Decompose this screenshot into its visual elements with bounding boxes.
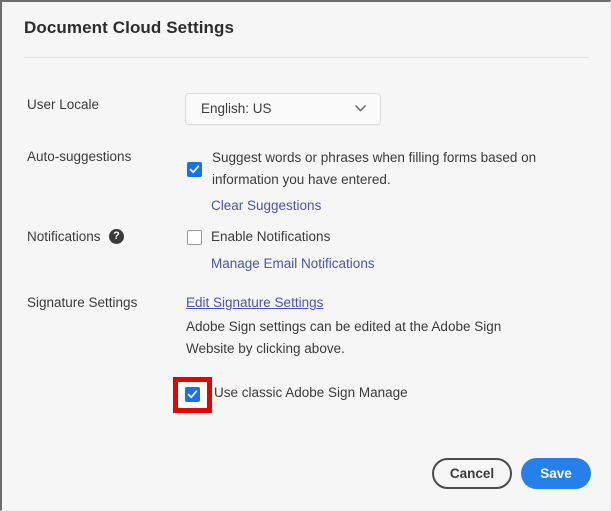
user-locale-selected-value: English: US bbox=[201, 101, 272, 116]
signature-settings-description: Adobe Sign settings can be edited at the… bbox=[186, 316, 551, 360]
user-locale-label: User Locale bbox=[27, 97, 99, 112]
cancel-button[interactable]: Cancel bbox=[432, 458, 512, 489]
save-button[interactable]: Save bbox=[521, 458, 591, 489]
signature-settings-label: Signature Settings bbox=[27, 295, 137, 310]
use-classic-adobe-sign-manage-label: Use classic Adobe Sign Manage bbox=[214, 385, 408, 400]
document-cloud-settings-dialog: Document Cloud Settings User Locale Engl… bbox=[0, 0, 611, 511]
title-divider bbox=[24, 57, 589, 58]
enable-notifications-label: Enable Notifications bbox=[211, 229, 330, 244]
auto-suggestions-description: Suggest words or phrases when filling fo… bbox=[212, 147, 542, 191]
use-classic-adobe-sign-manage-checkbox[interactable] bbox=[185, 387, 200, 402]
user-locale-select[interactable]: English: US bbox=[185, 93, 381, 125]
enable-notifications-checkbox[interactable] bbox=[187, 230, 202, 245]
page-title: Document Cloud Settings bbox=[24, 18, 234, 38]
auto-suggestions-checkbox[interactable] bbox=[187, 162, 202, 177]
manage-email-notifications-link[interactable]: Manage Email Notifications bbox=[211, 256, 375, 271]
help-circle-icon[interactable]: ? bbox=[109, 229, 124, 244]
auto-suggestions-label: Auto-suggestions bbox=[27, 149, 131, 164]
clear-suggestions-link[interactable]: Clear Suggestions bbox=[211, 198, 321, 213]
edit-signature-settings-link[interactable]: Edit Signature Settings bbox=[186, 295, 323, 310]
notifications-label: Notifications bbox=[27, 229, 101, 244]
chevron-down-icon bbox=[355, 105, 366, 112]
